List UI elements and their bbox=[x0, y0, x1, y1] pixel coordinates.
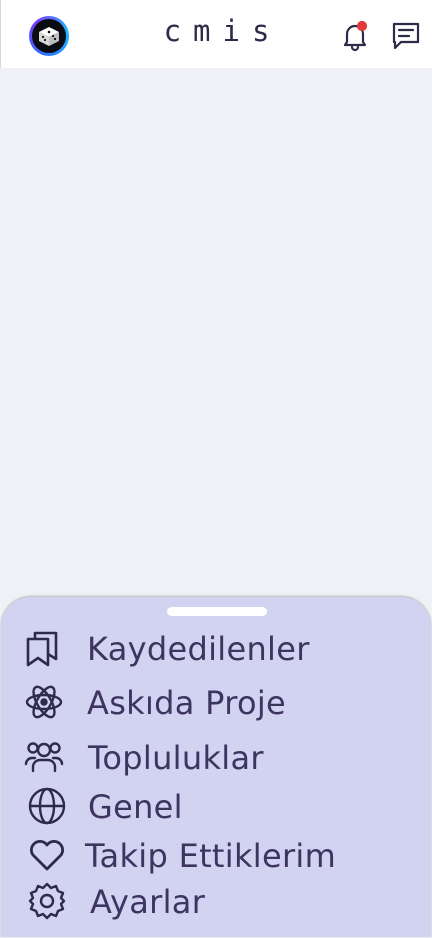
globe-icon bbox=[27, 786, 67, 826]
menu-item-label: Takip Ettiklerim bbox=[85, 837, 337, 875]
menu-item-label: Ayarlar bbox=[90, 883, 206, 921]
chat-icon[interactable] bbox=[390, 20, 422, 52]
menu-item-general[interactable]: Genel bbox=[1, 783, 431, 829]
menu-item-following[interactable]: Takip Ettiklerim bbox=[1, 832, 431, 878]
users-icon bbox=[24, 737, 64, 777]
bottom-sheet-menu: Kaydedilenler Askıda Proje Topluluklar G… bbox=[1, 597, 431, 937]
menu-item-communities[interactable]: Topluluklar bbox=[1, 734, 431, 780]
menu-item-saved[interactable]: Kaydedilenler bbox=[1, 625, 431, 671]
gear-icon bbox=[27, 881, 67, 921]
bookmark-icon bbox=[24, 628, 64, 668]
menu-item-suspended-project[interactable]: Askıda Proje bbox=[1, 679, 431, 725]
bell-icon[interactable] bbox=[339, 20, 371, 52]
top-app-bar: cmis bbox=[0, 0, 432, 68]
menu-item-label: Askıda Proje bbox=[87, 684, 287, 722]
atom-icon bbox=[24, 682, 64, 722]
menu-item-label: Topluluklar bbox=[88, 739, 264, 777]
menu-item-label: Genel bbox=[88, 788, 183, 826]
menu-item-settings[interactable]: Ayarlar bbox=[1, 878, 431, 924]
sheet-drag-handle[interactable] bbox=[167, 607, 267, 616]
heart-icon bbox=[27, 835, 67, 875]
menu-item-label: Kaydedilenler bbox=[87, 630, 310, 668]
